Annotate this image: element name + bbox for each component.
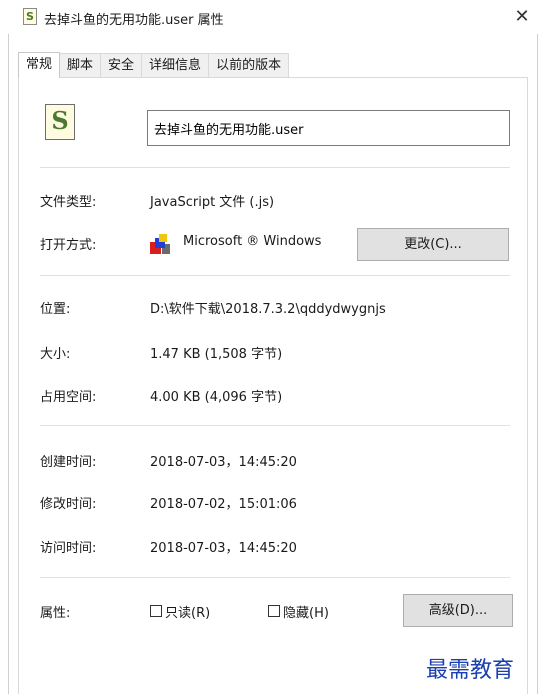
watermark: 最需教育 bbox=[426, 658, 515, 683]
modified-label: 修改时间: bbox=[40, 497, 97, 512]
divider bbox=[40, 425, 510, 426]
created-value: 2018-07-03，14:45:20 bbox=[150, 455, 297, 470]
tab-script[interactable]: 脚本 bbox=[59, 53, 102, 77]
attributes-label: 属性: bbox=[40, 606, 71, 621]
file-type-label: 文件类型: bbox=[40, 195, 97, 210]
size-on-disk-label: 占用空间: bbox=[40, 390, 97, 405]
readonly-checkbox[interactable]: 只读(R) bbox=[150, 603, 211, 621]
size-value: 1.47 KB (1,508 字节) bbox=[150, 347, 283, 362]
accessed-value: 2018-07-03，14:45:20 bbox=[150, 541, 297, 556]
divider bbox=[40, 275, 510, 276]
script-file-icon: S bbox=[23, 8, 37, 25]
opens-with-value: Microsoft ® Windows bbox=[183, 234, 322, 249]
checkbox-box[interactable] bbox=[268, 605, 280, 617]
modified-value: 2018-07-02，15:01:06 bbox=[150, 497, 297, 512]
divider bbox=[40, 577, 510, 578]
hidden-checkbox-label: 隐藏(H) bbox=[283, 605, 329, 621]
change-button[interactable]: 更改(C)... bbox=[357, 228, 509, 261]
readonly-checkbox-label: 只读(R) bbox=[165, 605, 211, 621]
divider bbox=[40, 167, 510, 168]
advanced-button[interactable]: 高级(D)... bbox=[403, 594, 513, 627]
accessed-label: 访问时间: bbox=[40, 541, 97, 556]
script-file-icon: S bbox=[45, 104, 75, 140]
window-title: 去掉斗鱼的无用功能.user 属性 bbox=[44, 13, 224, 28]
tab-previous-versions[interactable]: 以前的版本 bbox=[208, 53, 290, 77]
size-label: 大小: bbox=[40, 347, 71, 362]
close-button[interactable]: ✕ bbox=[504, 2, 540, 32]
tab-strip: 常规 脚本 安全 详细信息 以前的版本 bbox=[18, 52, 290, 78]
created-label: 创建时间: bbox=[40, 455, 97, 470]
file-name-input[interactable] bbox=[147, 110, 510, 146]
title-bar: S 去掉斗鱼的无用功能.user 属性 ✕ bbox=[0, 0, 546, 34]
location-label: 位置: bbox=[40, 302, 71, 317]
tab-details[interactable]: 详细信息 bbox=[141, 53, 210, 77]
windows-program-icon bbox=[150, 234, 170, 254]
file-type-value: JavaScript 文件 (.js) bbox=[150, 195, 275, 210]
opens-with-label: 打开方式: bbox=[40, 238, 97, 253]
location-value: D:\软件下载\2018.7.3.2\qddydwygnjs bbox=[150, 302, 386, 317]
hidden-checkbox[interactable]: 隐藏(H) bbox=[268, 603, 329, 621]
size-on-disk-value: 4.00 KB (4,096 字节) bbox=[150, 390, 283, 405]
tab-general[interactable]: 常规 bbox=[18, 52, 61, 78]
tab-security[interactable]: 安全 bbox=[100, 53, 143, 77]
checkbox-box[interactable] bbox=[150, 605, 162, 617]
